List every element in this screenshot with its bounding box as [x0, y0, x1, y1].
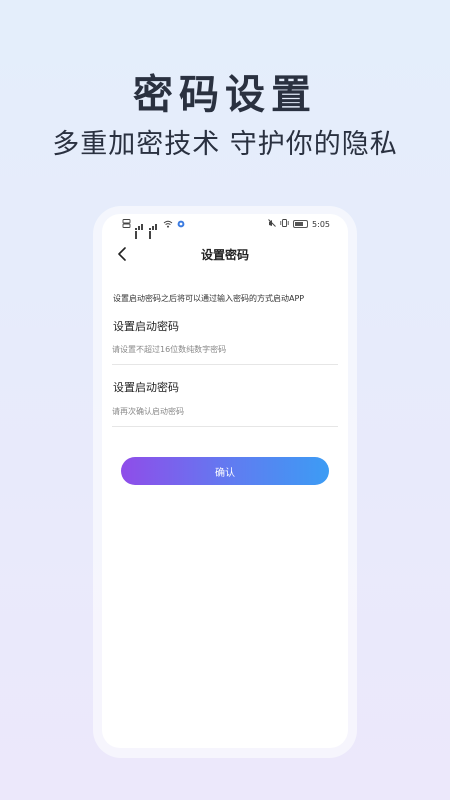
hero-subtitle: 多重加密技术 守护你的隐私 — [52, 129, 398, 160]
battery-icon — [293, 220, 309, 228]
divider — [112, 426, 338, 427]
nav-bar: 设置密码 — [102, 242, 348, 266]
mute-icon — [268, 219, 276, 229]
confirm-password-input[interactable] — [112, 403, 337, 419]
divider — [112, 364, 338, 365]
hero-title: 密码设置 — [133, 72, 317, 118]
status-left — [122, 219, 185, 239]
status-right: 5:05 — [268, 219, 330, 229]
status-bar: 5:05 — [102, 214, 348, 239]
confirm-password-label: 设置启动密码 — [113, 381, 179, 394]
sync-icon — [177, 220, 185, 230]
page-title: 设置密码 — [200, 248, 249, 262]
status-time: 5:05 — [312, 219, 330, 229]
vibrate-icon — [280, 219, 289, 229]
wifi-icon — [163, 220, 173, 230]
password-input[interactable] — [112, 341, 337, 357]
hint-text: 设置启动密码之后将可以通过输入密码的方式启动APP — [113, 294, 305, 303]
confirm-button[interactable]: 确认 — [121, 457, 329, 485]
sim-icon — [122, 219, 131, 230]
password-label: 设置启动密码 — [113, 320, 179, 333]
signal-icon — [149, 221, 159, 239]
signal-icon — [135, 221, 145, 239]
phone-screen: 5:05 设置密码 设置启动密码之后将可以通过输入密码的方式启动APP 设置启动… — [102, 214, 348, 748]
